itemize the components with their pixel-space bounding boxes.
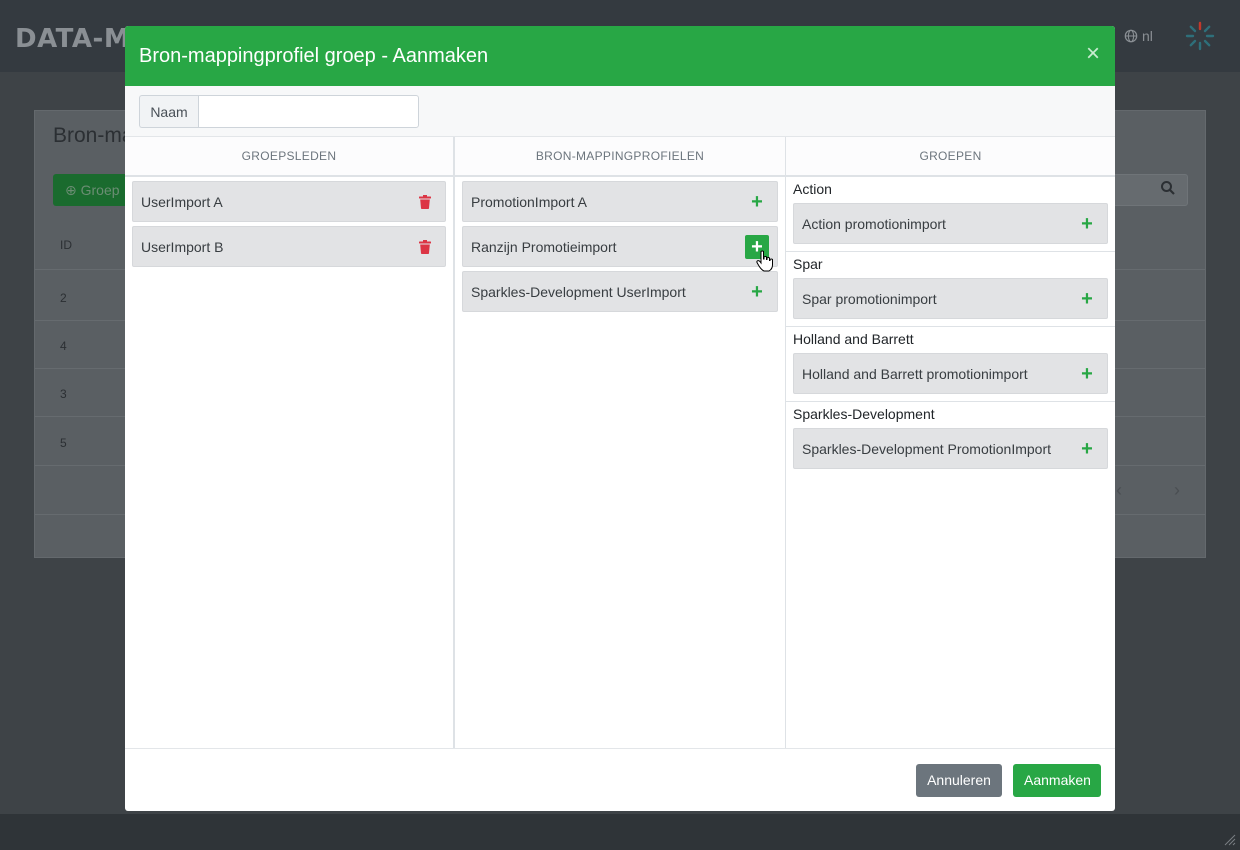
group-title: Holland and Barrett — [793, 331, 914, 347]
background-row-id: 4 — [60, 339, 67, 353]
profile-label: Sparkles-Development UserImport — [471, 283, 686, 300]
list-item: Sparkles-Development UserImport + — [462, 271, 778, 312]
row-divider — [1114, 416, 1205, 417]
list-item: Holland and Barrett promotionimport + — [793, 353, 1108, 394]
add-profile-button[interactable]: + — [745, 280, 769, 304]
modal-header: Bron-mappingprofiel groep - Aanmaken × — [125, 26, 1115, 86]
list-item: Spar promotionimport + — [793, 278, 1108, 319]
groups-list: Action Action promotionimport + Spar Spa… — [786, 177, 1115, 476]
chevron-left-icon: ‹ — [1116, 480, 1122, 500]
name-label: Naam — [139, 95, 198, 128]
modal-footer: Annuleren Aanmaken — [125, 748, 1115, 811]
groups-column: GROEPEN Action Action promotionimport + … — [786, 137, 1115, 749]
list-item: PromotionImport A + — [462, 181, 778, 222]
hand-cursor-icon — [756, 250, 773, 272]
name-input-group: Naam — [139, 95, 419, 128]
profile-label: PromotionImport A — [471, 193, 587, 210]
row-divider — [1114, 269, 1205, 270]
background-add-group-label: Groep — [80, 182, 120, 198]
language-selector[interactable]: nl — [1124, 28, 1153, 44]
group-title: Action — [793, 181, 832, 197]
group-members-column: GROEPSLEDEN UserImport A UserImport B — [125, 137, 455, 749]
mapping-profiles-column: BRON-MAPPINGPROFIELEN PromotionImport A … — [455, 137, 786, 749]
row-divider — [1114, 465, 1205, 466]
plus-circle-icon: ⊕ — [65, 182, 81, 198]
profile-label: Ranzijn Promotieimport — [471, 238, 617, 255]
close-icon[interactable]: × — [1086, 40, 1100, 68]
language-label: nl — [1142, 28, 1153, 44]
group-item-label: Action promotionimport — [802, 215, 946, 232]
create-group-modal: Bron-mappingprofiel groep - Aanmaken × N… — [125, 26, 1115, 811]
columns-container: GROEPSLEDEN UserImport A UserImport B BR… — [125, 137, 1115, 749]
group-section: Action Action promotionimport + — [786, 177, 1115, 252]
member-label: UserImport A — [141, 193, 223, 210]
trash-icon[interactable] — [413, 235, 437, 259]
plus-icon: + — [1081, 212, 1093, 235]
plus-icon: + — [1081, 362, 1093, 385]
plus-icon: + — [1081, 287, 1093, 310]
add-profile-button[interactable]: + — [745, 190, 769, 214]
modal-title: Bron-mappingprofiel groep - Aanmaken — [139, 44, 489, 67]
member-label: UserImport B — [141, 238, 224, 255]
name-input[interactable] — [198, 95, 419, 128]
group-section: Sparkles-Development Sparkles-Developmen… — [786, 402, 1115, 476]
list-item: UserImport A — [132, 181, 446, 222]
group-section: Spar Spar promotionimport + — [786, 252, 1115, 327]
row-divider — [35, 514, 125, 515]
group-members-header: GROEPSLEDEN — [125, 137, 453, 177]
name-row: Naam — [125, 86, 1115, 137]
background-id-header: ID — [60, 238, 72, 252]
trash-icon[interactable] — [413, 190, 437, 214]
plus-icon: + — [751, 190, 763, 213]
background-row-id: 2 — [60, 291, 67, 305]
resize-handle-icon — [1224, 834, 1236, 846]
groups-header: GROEPEN — [786, 137, 1115, 177]
background-row-id: 5 — [60, 436, 67, 450]
group-members-list: UserImport A UserImport B — [125, 177, 453, 271]
add-group-item-button[interactable]: + — [1075, 287, 1099, 311]
row-divider — [1114, 320, 1205, 321]
group-item-label: Sparkles-Development PromotionImport — [802, 440, 1051, 457]
cancel-button[interactable]: Annuleren — [916, 763, 1002, 797]
group-title: Spar — [793, 256, 823, 272]
chevron-right-icon: › — [1174, 480, 1180, 500]
row-divider — [35, 320, 125, 321]
globe-icon — [1124, 29, 1138, 43]
row-divider — [35, 368, 125, 369]
mapping-profiles-list: PromotionImport A + Ranzijn Promotieimpo… — [455, 177, 785, 316]
list-item: UserImport B — [132, 226, 446, 267]
loading-spinner-icon — [1185, 21, 1215, 51]
group-item-label: Spar promotionimport — [802, 290, 937, 307]
plus-icon: + — [751, 280, 763, 303]
search-icon — [1161, 181, 1175, 195]
add-group-item-button[interactable]: + — [1075, 362, 1099, 386]
background-search-input — [1110, 174, 1188, 206]
row-divider — [1114, 514, 1205, 515]
list-item: Ranzijn Promotieimport + — [462, 226, 778, 267]
list-item: Action promotionimport + — [793, 203, 1108, 244]
row-divider — [1114, 368, 1205, 369]
plus-icon: + — [1081, 437, 1093, 460]
group-title: Sparkles-Development — [793, 406, 935, 422]
row-divider — [35, 465, 125, 466]
row-divider — [35, 416, 125, 417]
create-button[interactable]: Aanmaken — [1013, 763, 1101, 797]
add-group-item-button[interactable]: + — [1075, 212, 1099, 236]
mapping-profiles-header: BRON-MAPPINGPROFIELEN — [455, 137, 785, 177]
list-item: Sparkles-Development PromotionImport + — [793, 428, 1108, 469]
add-group-item-button[interactable]: + — [1075, 437, 1099, 461]
group-item-label: Holland and Barrett promotionimport — [802, 365, 1028, 382]
background-card-title: Bron-ma — [53, 124, 134, 147]
group-section: Holland and Barrett Holland and Barrett … — [786, 327, 1115, 402]
bottom-bar — [0, 814, 1240, 850]
background-row-id: 3 — [60, 387, 67, 401]
row-divider — [35, 269, 125, 270]
